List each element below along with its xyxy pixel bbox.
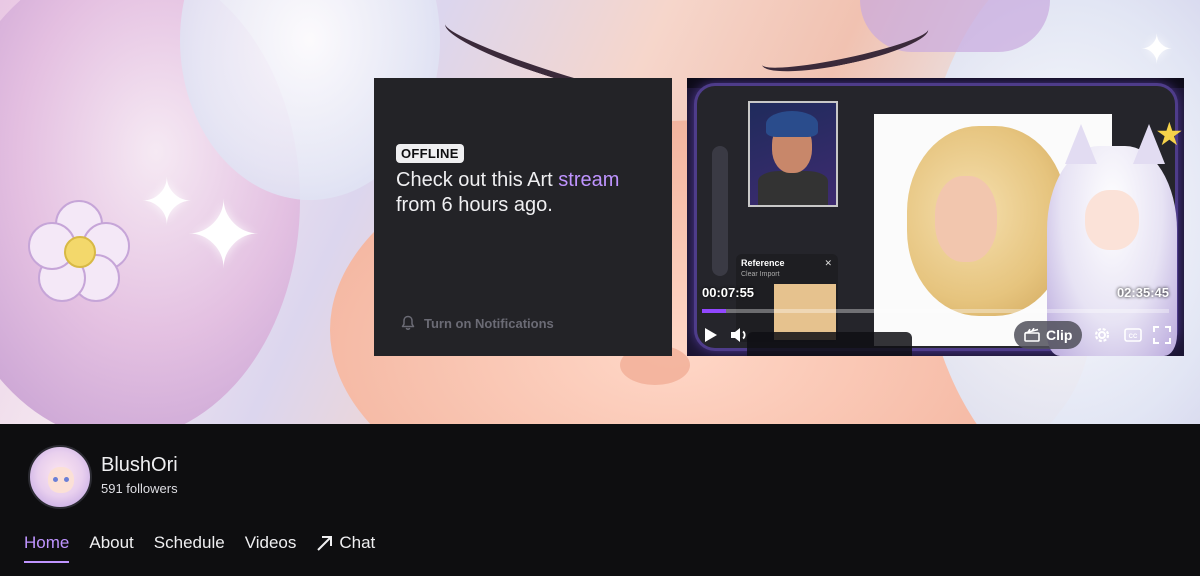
sparkle-icon: ✦ xyxy=(185,185,263,287)
avatar[interactable] xyxy=(28,445,92,509)
flower-icon xyxy=(28,200,130,302)
overlay-chat xyxy=(747,332,912,356)
offline-message-text: Check out this Art xyxy=(396,169,559,191)
gear-icon xyxy=(1094,327,1110,343)
bell-icon xyxy=(400,315,416,331)
channel-tabs: Home About Schedule Videos Chat xyxy=(24,533,375,563)
play-button[interactable] xyxy=(700,324,722,346)
reference-actions: Clear Import xyxy=(741,271,780,278)
reference-title: Reference xyxy=(741,258,785,268)
svg-text:CC: CC xyxy=(1129,334,1138,340)
settings-button[interactable] xyxy=(1091,324,1113,346)
volume-icon xyxy=(731,328,746,342)
tab-about[interactable]: About xyxy=(89,533,133,563)
tool-sidebar xyxy=(712,146,728,276)
progress-fill xyxy=(702,309,726,313)
turn-on-notifications-button[interactable]: Turn on Notifications xyxy=(400,315,554,331)
progress-bar[interactable] xyxy=(702,309,1169,313)
sparkle-icon: ✦ xyxy=(1140,28,1174,72)
artwork-character xyxy=(907,126,1067,316)
captions-icon: CC xyxy=(1124,328,1142,342)
duration: 02:35:45 xyxy=(1116,285,1169,300)
close-icon: ✕ xyxy=(824,258,832,268)
volume-button[interactable] xyxy=(729,324,751,346)
fullscreen-button[interactable] xyxy=(1151,324,1173,346)
external-arrow-icon xyxy=(317,535,333,551)
offline-message: Check out this Art stream from 6 hours a… xyxy=(396,168,636,218)
fullscreen-icon xyxy=(1153,326,1171,344)
current-time: 00:07:55 xyxy=(702,285,755,300)
video-player[interactable]: Reference Clear Import ✕ ★ xyxy=(687,78,1184,356)
stream-link[interactable]: stream xyxy=(558,169,619,191)
tab-label: Chat xyxy=(339,533,376,552)
offline-message-text: from 6 hours ago. xyxy=(396,194,553,216)
play-icon xyxy=(705,328,717,342)
tab-label: Schedule xyxy=(153,533,225,552)
tab-schedule[interactable]: Schedule xyxy=(154,533,225,563)
clapperboard-icon xyxy=(1024,328,1040,342)
channel-name[interactable]: BlushOri xyxy=(101,454,178,477)
follower-count: 591 followers xyxy=(101,481,178,496)
tab-videos[interactable]: Videos xyxy=(245,533,297,563)
clip-label: Clip xyxy=(1046,327,1073,343)
offline-card: OFFLINE Check out this Art stream from 6… xyxy=(374,78,672,356)
tab-label: Home xyxy=(24,533,70,552)
star-icon: ★ xyxy=(1155,116,1184,152)
offline-badge: OFFLINE xyxy=(396,144,464,163)
reference-portrait xyxy=(748,101,838,207)
clip-button[interactable]: Clip xyxy=(1014,321,1083,349)
tab-label: About xyxy=(89,533,134,552)
notifications-label: Turn on Notifications xyxy=(424,315,554,331)
tab-label: Videos xyxy=(244,533,297,552)
tab-home[interactable]: Home xyxy=(24,533,70,563)
captions-button[interactable]: CC xyxy=(1122,324,1144,346)
tab-chat[interactable]: Chat xyxy=(316,533,375,563)
